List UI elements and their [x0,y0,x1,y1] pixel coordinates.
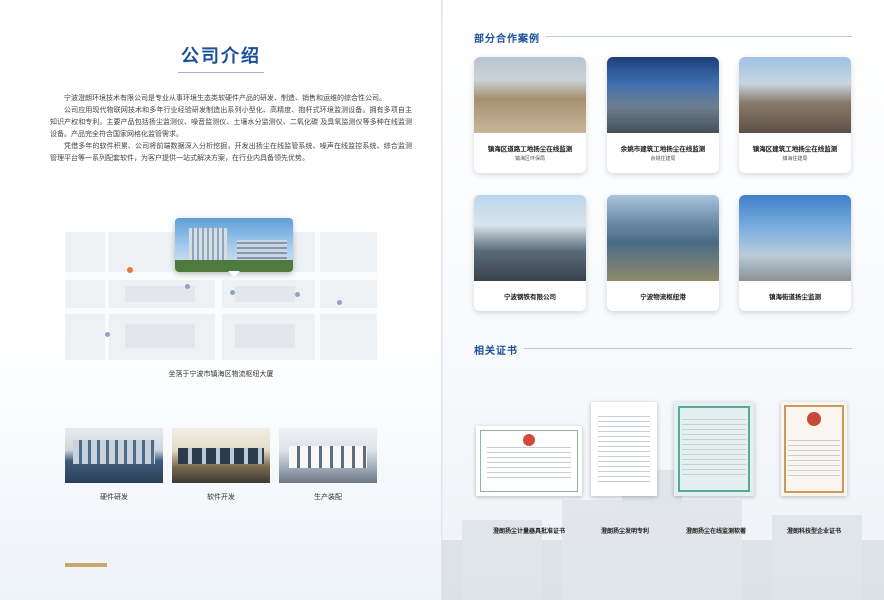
cases-section-title: 部分合作案例 [474,34,540,45]
case-client: 镇海区环保局 [514,156,545,162]
case-client: 镇海住建局 [782,156,808,162]
company-intro-title: 公司介绍 [181,46,261,67]
facility-photo-software [172,428,270,483]
map-poi-icon [185,284,190,289]
map-block [235,324,295,348]
title-divider [178,72,264,73]
building-photo-popup [175,218,293,272]
facility-photo-hardware [65,428,163,483]
map-caption: 坐落于宁波市镇海区物流枢纽大厦 [168,370,274,378]
section-rule [524,348,852,349]
certificate-image [781,402,847,496]
map-block [235,286,295,302]
map-poi-icon [230,290,235,295]
case-photo [607,195,719,281]
emblem-icon [523,434,535,446]
map-road [315,232,320,360]
certs-section-title: 相关证书 [474,346,518,357]
map-poi-icon [337,300,342,305]
case-photo [607,57,719,133]
map-poi-icon [295,292,300,297]
photo-detail [178,448,264,464]
certificate-text-lines [486,447,572,482]
section-rule [546,36,852,37]
map-block [125,324,195,348]
case-client: 余姚住建局 [650,156,676,162]
intro-paragraph: 公司应用现代物联网技术和多年行业经验研发制造出系列小型化、高精度、抱杆式环境监测… [50,106,412,138]
certificate-text-lines [597,416,651,482]
decorative-gold-bar [65,563,107,567]
case-title: 余姚市建筑工地扬尘在线监测 [620,145,706,153]
case-photo [739,195,851,281]
case-title: 宁波钢铁有限公司 [504,293,556,301]
case-card: 宁波物流枢纽港 [607,195,719,311]
case-card: 宁波钢铁有限公司 [474,195,586,311]
facility-photo-assembly [279,428,377,483]
popup-pointer [228,271,240,277]
company-intro-text: 宁波澄朗环境技术有限公司是专业从事环境生态类软硬件产品的研发、制造、销售和运维的… [50,92,412,164]
case-title: 镇海区建筑工地扬尘在线监测 [752,145,838,153]
certificate-image [674,402,754,496]
case-title: 镇海街道扬尘监测 [769,293,821,301]
emblem-icon [807,412,821,426]
case-card: 余姚市建筑工地扬尘在线监测 余姚住建局 [607,57,719,173]
case-photo [474,57,586,133]
map-poi-icon [105,332,110,337]
intro-paragraph: 宁波澄朗环境技术有限公司是专业从事环境生态类软硬件产品的研发、制造、销售和运维的… [64,94,386,102]
case-photo [739,57,851,133]
facility-label: 生产装配 [314,493,342,501]
facility-label: 软件开发 [207,493,235,501]
intro-paragraph: 凭借多年的软件积累、公司将前端数据深入分析挖掘，开发出扬尘在线监管系统、噪声在线… [50,142,412,162]
case-title: 宁波物流枢纽港 [640,293,686,301]
certificate-text-lines [682,418,746,480]
map-pin-icon [127,267,133,273]
certificate-text-lines [787,439,841,478]
photo-detail [73,440,155,464]
certificate-label: 澄朗扬尘计量器具批准证书 [492,528,565,535]
case-card: 镇海街道扬尘监测 [739,195,851,311]
map-block [125,286,195,302]
facility-label: 硬件研发 [100,493,128,501]
certificate-image [591,402,657,496]
certificate-label: 澄朗扬尘在线监测软著 [685,528,746,535]
case-card: 镇海区建筑工地扬尘在线监测 镇海住建局 [739,57,851,173]
certificate-label: 澄朗扬尘发明专利 [600,528,649,535]
certificate-label: 澄朗科技型企业证书 [786,528,841,535]
case-card: 镇海区道路工地扬尘在线监测 镇海区环保局 [474,57,586,173]
photo-detail [289,446,367,468]
certificate-image [476,426,582,496]
case-photo [474,195,586,281]
map-road [105,232,109,360]
case-title: 镇海区道路工地扬尘在线监测 [487,145,573,153]
